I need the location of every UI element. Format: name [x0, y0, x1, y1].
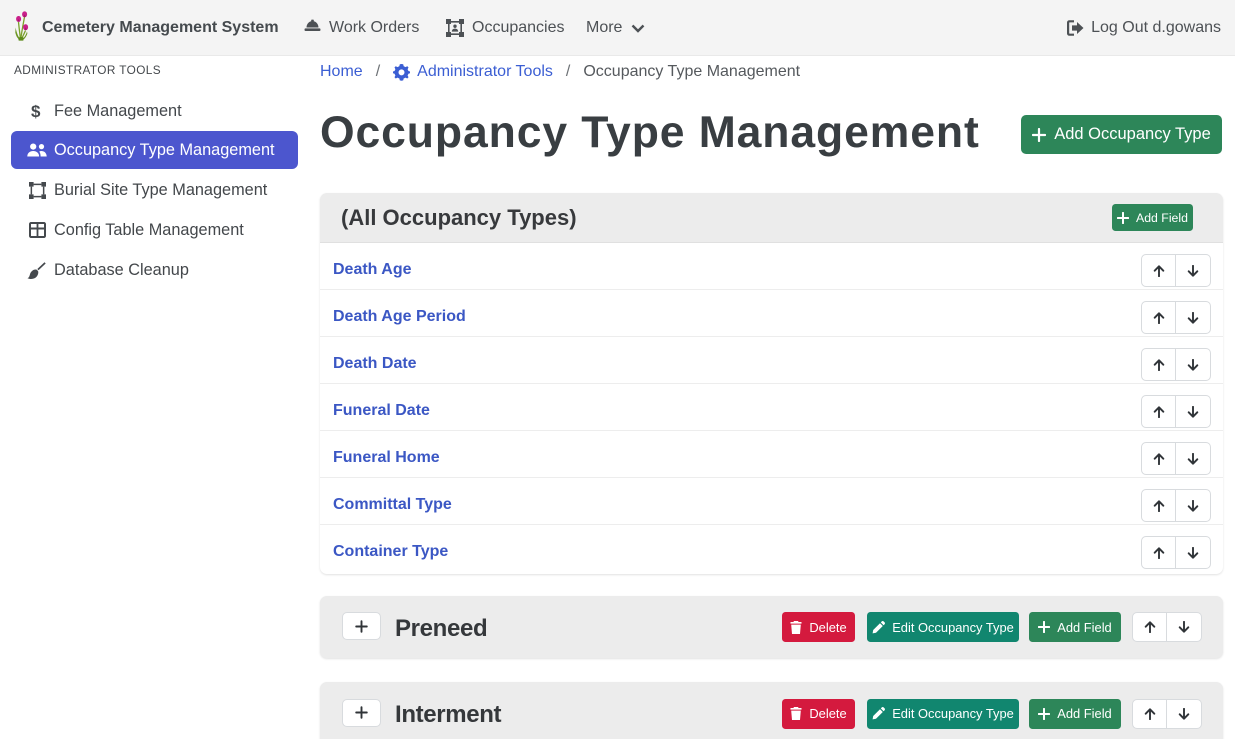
svg-text:$: $ — [31, 102, 41, 121]
